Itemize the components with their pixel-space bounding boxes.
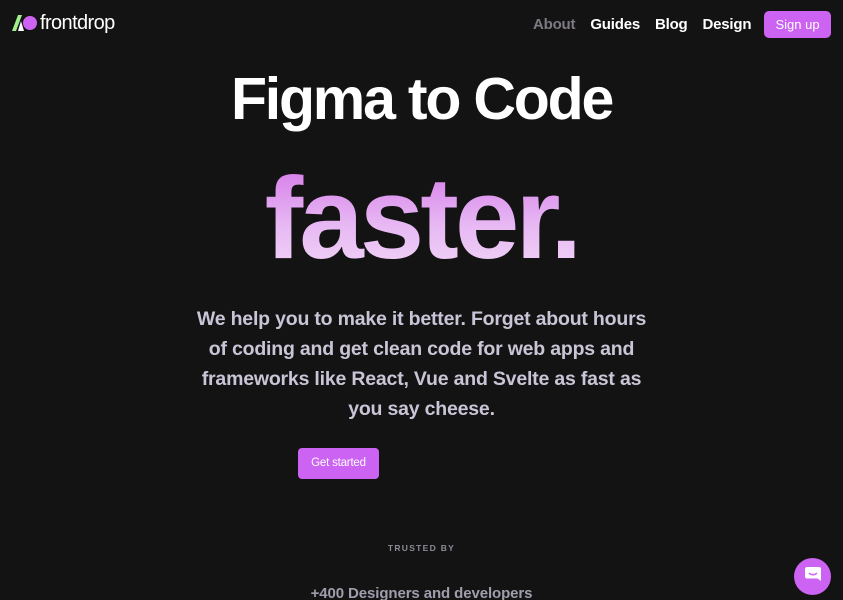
site-header: frontdrop About Guides Blog Design Sign … xyxy=(0,0,843,48)
brand-name: frontdrop xyxy=(40,12,115,34)
chat-bubble-icon xyxy=(803,564,823,589)
hero-accent-word: faster. xyxy=(0,148,843,288)
sign-up-button[interactable]: Sign up xyxy=(764,11,831,38)
frontdrop-logo-icon xyxy=(12,11,38,35)
nav-link-blog[interactable]: Blog xyxy=(655,16,688,33)
nav-link-about[interactable]: About xyxy=(533,16,576,33)
landing-page: frontdrop About Guides Blog Design Sign … xyxy=(0,0,843,600)
trusted-count-text: +400 Designers and developers xyxy=(310,585,533,600)
chat-launcher-button[interactable] xyxy=(794,558,831,595)
brand-logo[interactable]: frontdrop xyxy=(12,11,115,35)
get-started-button[interactable]: Get started xyxy=(298,448,379,479)
nav-link-design[interactable]: Design xyxy=(703,16,752,33)
main-nav: About Guides Blog Design xyxy=(533,13,766,35)
hero-headline: Figma to Code xyxy=(230,66,614,132)
hero-description: We help you to make it better. Forget ab… xyxy=(196,308,647,420)
nav-link-guides[interactable]: Guides xyxy=(590,16,640,33)
trusted-by-label: TRUSTED BY xyxy=(387,543,456,553)
